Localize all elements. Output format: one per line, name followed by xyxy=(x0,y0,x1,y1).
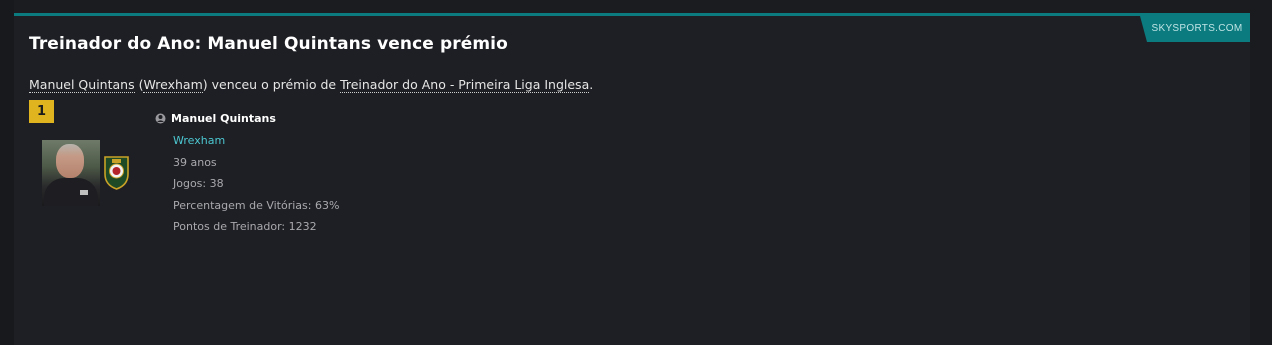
source-tab[interactable]: SKYSPORTS.COM xyxy=(1140,16,1250,42)
manager-win-percentage: Percentagem de Vitórias: 63% xyxy=(173,198,340,212)
manager-age: 39 anos xyxy=(173,155,217,169)
manager-points: Pontos de Treinador: 1232 xyxy=(173,220,317,234)
manager-name[interactable]: Manuel Quintans xyxy=(171,112,276,125)
photo-badge xyxy=(80,190,88,195)
rank-badge: 1 xyxy=(29,100,54,123)
manager-club[interactable]: Wrexham xyxy=(173,134,339,156)
manager-details: Wrexham 39 anos Jogos: 38 Percentagem de… xyxy=(173,134,339,242)
award-link[interactable]: Treinador do Ano - Primeira Liga Inglesa xyxy=(340,77,590,93)
person-icon xyxy=(155,113,166,124)
manager-games: Jogos: 38 xyxy=(173,177,224,191)
club-crest-icon[interactable] xyxy=(103,154,130,190)
summary-text-end: . xyxy=(589,77,594,92)
news-panel: SKYSPORTS.COM Treinador do Ano: Manuel Q… xyxy=(14,13,1250,345)
photo-body xyxy=(44,178,98,206)
right-gutter xyxy=(1250,0,1272,345)
club-link[interactable]: Wrexham xyxy=(143,77,203,93)
manager-photo[interactable] xyxy=(42,140,100,206)
left-gutter xyxy=(0,0,14,345)
summary-text-middle: ) venceu o prémio de xyxy=(202,77,341,92)
news-summary: Manuel Quintans (Wrexham) venceu o prémi… xyxy=(29,77,594,93)
photo-head xyxy=(56,144,84,178)
manager-link[interactable]: Manuel Quintans xyxy=(29,77,135,93)
news-title: Treinador do Ano: Manuel Quintans vence … xyxy=(29,34,508,54)
page: SKYSPORTS.COM Treinador do Ano: Manuel Q… xyxy=(0,0,1272,345)
